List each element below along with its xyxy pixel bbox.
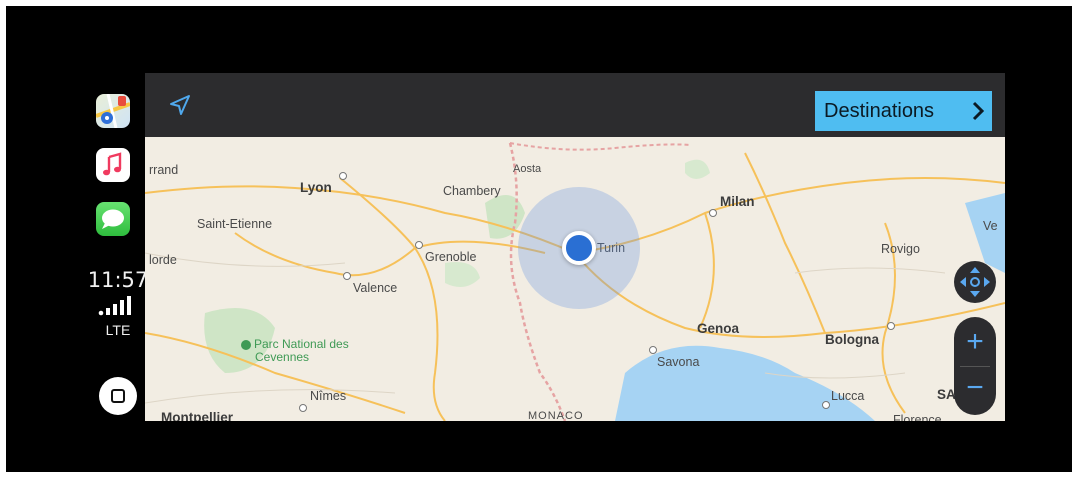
city-marker [343,272,351,280]
city-label: Grenoble [425,250,477,264]
current-location-icon[interactable] [562,231,596,265]
city-label: lorde [149,253,177,267]
city-marker [822,401,830,409]
city-label: Lucca [831,389,865,403]
map-header: Destinations [145,73,1005,137]
city-marker [887,322,895,330]
city-label: Ve [983,219,998,233]
city-label: Bologna [825,332,879,347]
city-label: Montpellier [161,410,234,421]
city-label: Milan [720,194,755,209]
chevron-right-icon [972,101,985,121]
city-label: Florence [893,413,942,421]
city-marker [415,241,423,249]
city-label: MONACO [528,410,584,421]
navigation-arrow-icon[interactable] [167,93,193,119]
park-icon [241,339,251,350]
city-label: Savona [657,355,700,369]
park-name: Parc National des Cevennes [254,337,349,364]
home-icon [111,389,125,403]
music-app-icon[interactable] [96,148,130,182]
destinations-button[interactable]: Destinations [815,91,992,131]
zoom-out-button[interactable]: − [954,365,996,411]
city-marker [649,346,657,354]
city-label: Genoa [697,321,740,336]
city-label: SA [937,387,956,402]
city-label: Aosta [513,163,542,175]
city-label: Lyon [300,180,332,195]
pan-button[interactable] [954,261,996,303]
destinations-label: Destinations [824,100,935,122]
city-label: rrand [149,163,179,177]
city-label: Nîmes [310,389,347,403]
messages-app-icon[interactable] [96,202,130,236]
pan-arrows-icon [960,267,990,297]
city-marker [709,209,717,217]
park-label: Parc National des Cevennes [241,337,355,364]
status-time: 11:57 [87,268,149,292]
city-label: Rovigo [881,242,920,256]
network-type: LTE [105,322,131,338]
zoom-control: + − [954,317,996,415]
signal-strength-icon [98,296,138,316]
city-label: Saint-Etienne [197,217,273,231]
city-marker [299,404,307,412]
city-label: Chambery [443,184,501,198]
maps-app-icon[interactable] [96,94,130,128]
carplay-screen: 11:57 LTE rrand Lyon Chambery Aosta Mila… [6,6,1072,472]
home-button[interactable] [99,377,137,415]
zoom-in-button[interactable]: + [954,319,996,365]
map-view[interactable]: rrand Lyon Chambery Aosta Milan Saint-Et… [145,73,1005,421]
carplay-dock: 11:57 LTE [86,88,150,428]
city-marker [339,172,347,180]
city-label: Valence [353,281,398,295]
